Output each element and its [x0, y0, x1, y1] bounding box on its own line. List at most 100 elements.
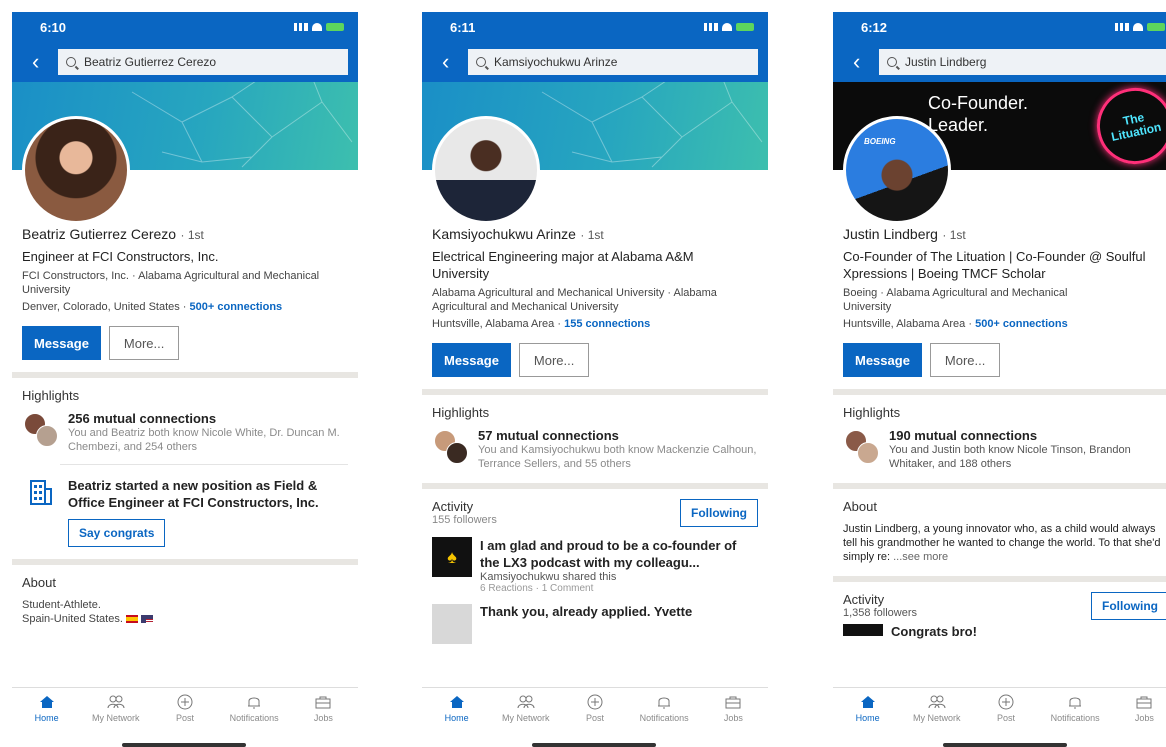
nav-label: Post	[585, 713, 604, 723]
activity-post[interactable]: Congrats bro!	[833, 620, 1166, 639]
people-icon	[517, 694, 535, 710]
connections-link[interactable]: 500+ connections	[975, 318, 1068, 330]
mutual-connections-row[interactable]: 256 mutual connections You and Beatriz b…	[12, 403, 358, 454]
message-button[interactable]: Message	[843, 343, 922, 377]
nav-my-network[interactable]: My Network	[496, 694, 556, 747]
nav-notifications[interactable]: Notifications	[1045, 694, 1105, 747]
nav-label: My Network	[502, 713, 550, 723]
phone-screen-2: 6:11 ‹ Kamsiyochukwu Arinze Kamsiyochukw…	[422, 12, 768, 747]
connection-degree: · 1st	[180, 228, 204, 242]
nav-label: Notifications	[639, 713, 689, 723]
mutual-avatars-icon	[432, 428, 470, 464]
see-more-link[interactable]: ...see more	[893, 551, 948, 563]
nav-label: Notifications	[1050, 713, 1100, 723]
nav-my-network[interactable]: My Network	[86, 694, 146, 747]
boeing-badge: BOEING	[864, 137, 896, 146]
briefcase-icon	[724, 694, 742, 710]
profile-location-line: Huntsville, Alabama Area · 500+ connecti…	[843, 317, 1166, 331]
search-input[interactable]: Justin Lindberg	[879, 49, 1166, 75]
nav-jobs[interactable]: Jobs	[1114, 694, 1166, 747]
post-meta: 6 Reactions · 1 Comment	[480, 583, 594, 594]
nav-post[interactable]: Post	[565, 694, 625, 747]
status-bar: 6:10	[12, 12, 358, 42]
nav-notifications[interactable]: Notifications	[634, 694, 694, 747]
activity-title: Activity	[843, 592, 885, 607]
nav-notifications[interactable]: Notifications	[224, 694, 284, 747]
mutual-connections-row[interactable]: 57 mutual connections You and Kamsiyochu…	[422, 420, 768, 471]
profile-location: Huntsville, Alabama Area ·	[432, 318, 562, 330]
nav-my-network[interactable]: My Network	[907, 694, 967, 747]
message-button[interactable]: Message	[432, 343, 511, 377]
back-chevron-icon[interactable]: ‹	[853, 51, 865, 73]
nav-label: Home	[855, 713, 880, 723]
nav-home[interactable]: Home	[838, 694, 898, 747]
bell-icon	[245, 694, 263, 710]
home-icon	[38, 694, 56, 710]
more-button[interactable]: More...	[929, 343, 1001, 377]
plus-circle-icon	[586, 694, 604, 710]
following-button[interactable]: Following	[1091, 592, 1166, 620]
back-chevron-icon[interactable]: ‹	[442, 51, 454, 73]
say-congrats-button[interactable]: Say congrats	[68, 519, 166, 547]
more-button[interactable]: More...	[518, 343, 590, 377]
home-icon	[448, 694, 466, 710]
plus-circle-icon	[997, 694, 1015, 710]
status-time: 6:10	[40, 19, 67, 35]
about-line-2: Spain-United States.	[22, 613, 123, 625]
message-button[interactable]: Message	[22, 326, 101, 360]
nav-jobs[interactable]: Jobs	[293, 694, 353, 747]
about-line-1: Student-Athlete.	[22, 599, 101, 611]
connections-link[interactable]: 155 connections	[564, 318, 650, 330]
connections-link[interactable]: 500+ connections	[190, 301, 283, 313]
profile-photo[interactable]: BOEING	[843, 116, 951, 224]
following-button[interactable]: Following	[680, 499, 758, 527]
mutual-connections-detail: You and Beatriz both know Nicole White, …	[68, 427, 340, 453]
mutual-connections-row[interactable]: 190 mutual connections You and Justin bo…	[833, 420, 1166, 471]
post-title: Congrats bro!	[891, 624, 977, 639]
signal-icon	[704, 23, 718, 31]
activity-post[interactable]: Thank you, already applied. Yvette	[422, 594, 768, 644]
nav-jobs[interactable]: Jobs	[703, 694, 763, 747]
status-time: 6:12	[861, 19, 888, 35]
nav-label: Jobs	[723, 713, 743, 723]
wifi-icon	[722, 23, 732, 31]
status-icons	[1115, 23, 1165, 31]
building-icon	[22, 477, 60, 513]
search-input[interactable]: Beatriz Gutierrez Cerezo	[58, 49, 348, 75]
nav-post[interactable]: Post	[976, 694, 1036, 747]
about-title: About	[22, 575, 56, 590]
battery-icon	[736, 23, 754, 31]
home-indicator	[122, 743, 246, 747]
activity-post[interactable]: ♠ I am glad and proud to be a co-founder…	[422, 527, 768, 594]
back-chevron-icon[interactable]: ‹	[32, 51, 44, 73]
about-line-2-wrap: Spain-United States.	[22, 612, 348, 626]
nav-home[interactable]: Home	[17, 694, 77, 747]
post-title: Thank you, already applied. Yvette	[480, 604, 693, 619]
profile-location: Huntsville, Alabama Area ·	[843, 318, 973, 330]
more-button[interactable]: More...	[108, 326, 180, 360]
activity-title: Activity	[432, 499, 474, 514]
bell-icon	[1066, 694, 1084, 710]
nav-post[interactable]: Post	[155, 694, 215, 747]
lituation-logo: The Lituation	[1089, 82, 1166, 170]
profile-photo[interactable]	[432, 116, 540, 224]
briefcase-icon	[314, 694, 332, 710]
search-icon	[66, 57, 76, 67]
about-paragraph: Justin Lindberg, a young innovator who, …	[833, 514, 1166, 564]
nav-home[interactable]: Home	[427, 694, 487, 747]
profile-headline: Co-Founder of The Lituation | Co-Founder…	[843, 249, 1146, 281]
post-author: Kamsiyochukwu shared this	[480, 571, 617, 583]
nav-label: My Network	[92, 713, 140, 723]
profile-headline: Engineer at FCI Constructors, Inc.	[22, 249, 219, 264]
status-time: 6:11	[450, 19, 476, 35]
profile-photo[interactable]	[22, 116, 130, 224]
profile-name: Kamsiyochukwu Arinze	[432, 226, 576, 242]
spain-flag-icon	[125, 615, 138, 624]
profile-name: Beatriz Gutierrez Cerezo	[22, 226, 177, 242]
bell-icon	[655, 694, 673, 710]
search-input[interactable]: Kamsiyochukwu Arinze	[468, 49, 758, 75]
home-indicator	[943, 743, 1067, 747]
highlights-title: Highlights	[843, 405, 901, 420]
search-query: Beatriz Gutierrez Cerezo	[84, 55, 217, 69]
briefcase-icon	[1135, 694, 1153, 710]
